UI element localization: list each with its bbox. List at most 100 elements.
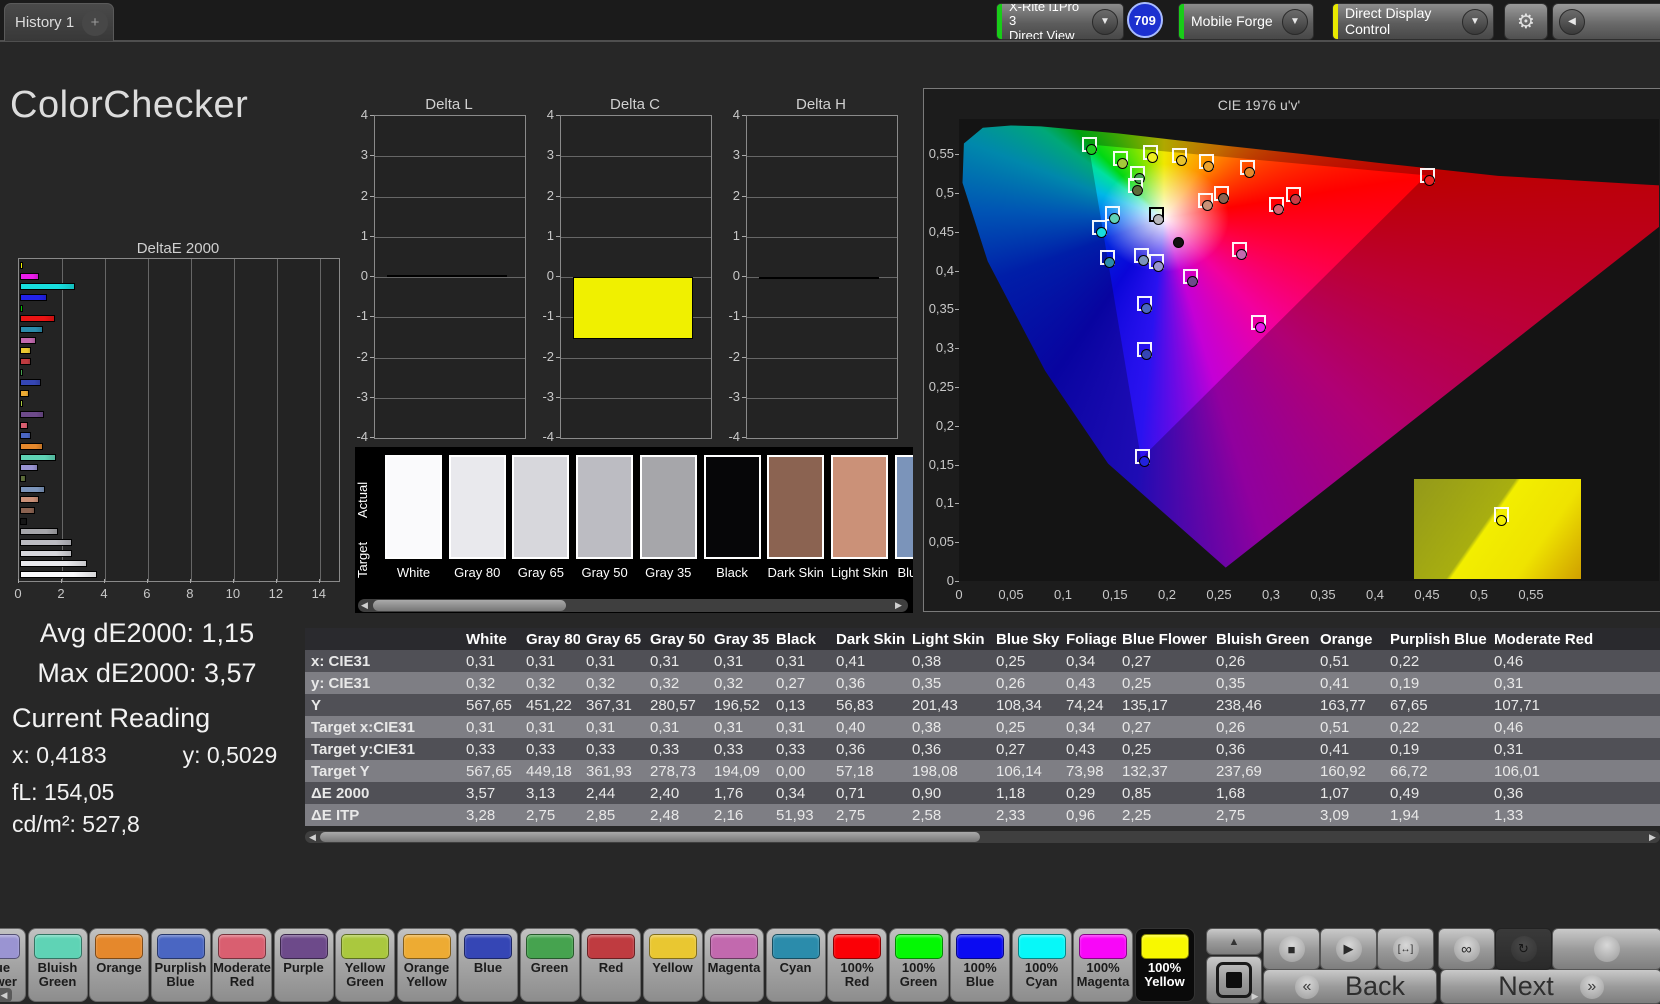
swatch-scrollbar[interactable]: ◀ ▶ bbox=[358, 599, 908, 612]
cie-x-tick: 0,2 bbox=[1157, 587, 1177, 602]
tab-history-1[interactable]: History 1 + bbox=[4, 3, 114, 41]
delta-chart-delta-l bbox=[374, 115, 526, 439]
tick-mark bbox=[955, 581, 959, 583]
table-cell: 0,26 bbox=[990, 672, 1060, 694]
deltae-x-tick: 6 bbox=[143, 586, 151, 601]
deltae-bar bbox=[20, 506, 36, 514]
delta-y-tick: -2 bbox=[542, 348, 554, 364]
table-scrollbar[interactable]: ◀ ▶ bbox=[305, 831, 1660, 843]
gridline bbox=[561, 156, 711, 158]
table-cell: 0,32 bbox=[520, 672, 580, 694]
table-cell: 135,17 bbox=[1116, 694, 1210, 716]
patch-button-purple[interactable]: Purple bbox=[273, 928, 334, 1002]
table-cell: 2,58 bbox=[906, 804, 990, 826]
deltae-bar bbox=[20, 368, 23, 376]
patch-button-100-cyan[interactable]: 100% Cyan bbox=[1011, 928, 1072, 1002]
table-cell: 0,41 bbox=[830, 650, 906, 672]
cie-measure-dot bbox=[1272, 203, 1284, 215]
scroll-right-icon[interactable]: ▶ bbox=[1646, 831, 1659, 844]
gridline bbox=[375, 357, 525, 359]
table-row: y: CIE31 0,32 0,32 0,32 0,32 0,32 0,27 0,36 0,35… bbox=[305, 672, 1660, 694]
scroll-left-icon[interactable]: ◀ bbox=[306, 831, 319, 844]
patch-button-yellow-green[interactable]: Yellow Green bbox=[335, 928, 395, 1002]
loop-button[interactable]: ∞ bbox=[1438, 928, 1495, 970]
patch-scroll-left-icon[interactable]: ◀ bbox=[0, 988, 12, 1002]
patch-scroll-right-icon[interactable]: ▶ bbox=[1248, 990, 1262, 1002]
delta-y-tick: 4 bbox=[546, 107, 554, 122]
step-button[interactable]: [↔] bbox=[1377, 928, 1434, 970]
swatch-gray-50 bbox=[576, 455, 634, 559]
tick-mark bbox=[955, 387, 959, 389]
delta-y-tick: 0 bbox=[732, 268, 740, 283]
cie-measure-dot bbox=[1146, 151, 1158, 163]
add-tab-button[interactable]: + bbox=[82, 9, 108, 36]
tick-mark bbox=[742, 396, 746, 398]
patch-button-yellow[interactable]: Yellow bbox=[642, 928, 703, 1002]
swatch-label: Gray 80 bbox=[454, 565, 501, 580]
table-cell: 73,98 bbox=[1060, 760, 1116, 782]
tick-mark bbox=[232, 579, 234, 583]
table-cell: 0,85 bbox=[1116, 782, 1210, 804]
cie-measure-dot bbox=[1095, 226, 1107, 238]
swatch-scrollbar-thumb[interactable] bbox=[373, 600, 566, 611]
display-dropdown[interactable]: Direct Display Control ▼ bbox=[1332, 3, 1494, 40]
cie-measure-dot bbox=[1116, 157, 1128, 169]
table-cell: 0,25 bbox=[990, 650, 1060, 672]
table-row: Target x:CIE31 0,31 0,31 0,31 0,31 0,31 0,31 0,… bbox=[305, 716, 1660, 738]
patch-button-magenta[interactable]: Magenta bbox=[704, 928, 764, 1002]
patch-button-moderate-red[interactable]: Moderate Red bbox=[212, 928, 272, 1002]
collapse-panel-button[interactable]: ◀ bbox=[1552, 3, 1660, 40]
measurement-table: White Gray 80 Gray 65 Gray 50 Gray 35 Black Da… bbox=[305, 628, 1660, 826]
column-header: Gray 50 bbox=[644, 628, 708, 650]
deltae-bar bbox=[20, 262, 23, 269]
patch-button-orange-yellow[interactable]: Orange Yellow bbox=[396, 928, 457, 1002]
refresh-button[interactable]: ↻ bbox=[1495, 928, 1552, 970]
scroll-left-icon[interactable]: ◀ bbox=[358, 599, 371, 612]
deltae-gridline bbox=[190, 259, 192, 581]
patch-button-100-green[interactable]: 100% Green bbox=[888, 928, 949, 1002]
pattern-up-button[interactable]: ▲ bbox=[1206, 928, 1262, 955]
tick-mark bbox=[556, 316, 560, 318]
blank-button[interactable] bbox=[1552, 928, 1660, 970]
table-scrollbar-thumb[interactable] bbox=[320, 832, 980, 842]
patch-button-100-yellow[interactable]: 100% Yellow bbox=[1134, 928, 1195, 1002]
patch-button-100-magenta[interactable]: 100% Magenta bbox=[1073, 928, 1133, 1002]
patch-button-100-red[interactable]: 100% Red bbox=[827, 928, 887, 1002]
table-corner bbox=[305, 628, 460, 650]
meter-dropdown[interactable]: X-Rite i1Pro 3 Direct View ▼ bbox=[996, 3, 1124, 40]
settings-button[interactable]: ⚙ bbox=[1504, 3, 1548, 40]
patch-button-red[interactable]: Red bbox=[581, 928, 641, 1002]
patch-button-orange[interactable]: Orange bbox=[89, 928, 149, 1002]
back-button[interactable]: « Back bbox=[1263, 969, 1437, 1004]
patch-button-100-blue[interactable]: 100% Blue bbox=[950, 928, 1010, 1002]
target-709-badge[interactable]: 709 bbox=[1127, 2, 1163, 38]
table-cell: 0,46 bbox=[1488, 650, 1660, 672]
play-button[interactable]: ▶ bbox=[1320, 928, 1377, 970]
cie-measure-dot bbox=[1290, 194, 1302, 206]
patch-label: Blue Flower bbox=[0, 960, 17, 990]
patch-button-purplish-blue[interactable]: Purplish Blue bbox=[150, 928, 211, 1002]
delta-y-tick: 3 bbox=[360, 147, 368, 163]
patch-button-blue[interactable]: Blue bbox=[458, 928, 518, 1002]
table-cell: 0,31 bbox=[708, 650, 770, 672]
stop-button[interactable]: ■ bbox=[1263, 928, 1320, 970]
patch-button-green[interactable]: Green bbox=[519, 928, 580, 1002]
table-cell: 0,27 bbox=[1116, 716, 1210, 738]
patch-button-bluish-green[interactable]: Bluish Green bbox=[27, 928, 88, 1002]
play-icon: ▶ bbox=[1335, 936, 1362, 962]
table-cell: 0,25 bbox=[1116, 738, 1210, 760]
deltae-x-tick: 14 bbox=[311, 586, 327, 601]
patch-button-cyan[interactable]: Cyan bbox=[765, 928, 826, 1002]
next-button[interactable]: Next » bbox=[1440, 969, 1660, 1004]
table-cell: 449,18 bbox=[520, 760, 580, 782]
table-cell: 0,35 bbox=[1210, 672, 1314, 694]
current-reading-heading: Current Reading bbox=[12, 703, 211, 733]
page-title: ColorChecker bbox=[10, 84, 249, 126]
source-dropdown[interactable]: Mobile Forge ▼ bbox=[1178, 3, 1314, 40]
scroll-right-icon[interactable]: ▶ bbox=[892, 599, 905, 612]
deltae-bar bbox=[20, 293, 48, 301]
tick-mark bbox=[370, 115, 374, 116]
cie-measure-dot bbox=[1255, 322, 1267, 334]
delta-chart-delta-h bbox=[746, 115, 898, 439]
tick-mark bbox=[955, 503, 959, 505]
